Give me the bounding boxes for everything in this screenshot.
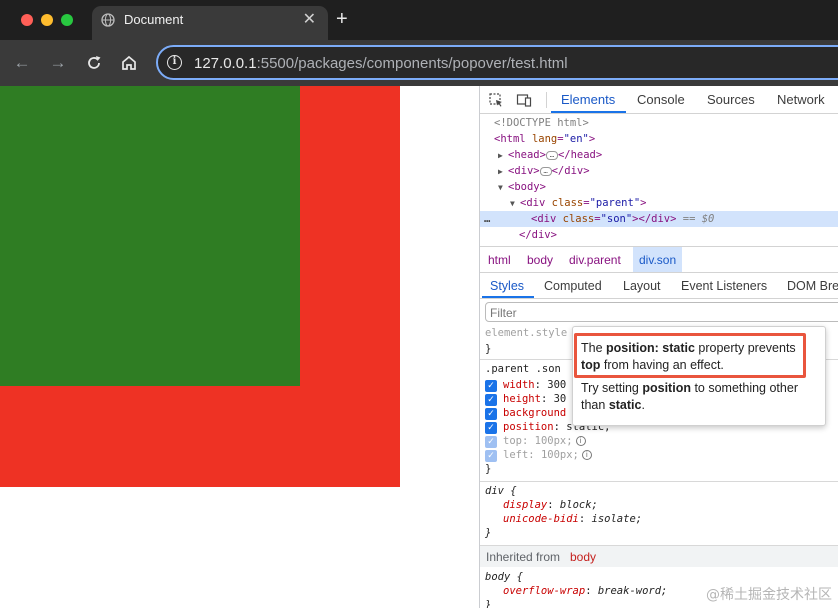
forward-arrow-icon[interactable]: →	[48, 53, 68, 73]
tab-elements[interactable]: Elements	[561, 92, 615, 107]
element-style-selector[interactable]: element.style	[485, 327, 567, 339]
ua-selector[interactable]: div {	[485, 485, 517, 497]
dom-tree: <!DOCTYPE html> <html lang="en"> ▶ <head>…	[480, 114, 838, 246]
page-viewport	[0, 86, 479, 608]
tree-parent-div[interactable]: ▼ <div class="parent">	[510, 195, 646, 211]
tab-console[interactable]: Console	[637, 92, 685, 107]
tab-computed[interactable]: Computed	[544, 279, 602, 293]
breadcrumb-div-parent[interactable]: div.parent	[569, 253, 621, 267]
tab-close-icon[interactable]: ✕	[303, 9, 316, 29]
breadcrumb-div-son[interactable]: div.son	[633, 247, 683, 272]
rule-selector[interactable]: .parent .son	[485, 363, 561, 375]
tab-dom-breakpoints[interactable]: DOM Bre	[787, 279, 838, 293]
tooltip-hint: Try setting position to something other t…	[581, 381, 798, 412]
device-toolbar-icon[interactable]	[516, 92, 532, 108]
collapsed-ellipsis-icon[interactable]: …	[545, 150, 558, 160]
prop-top-inactive[interactable]: top: 100px; i	[503, 435, 586, 447]
breadcrumb: html body div.parent div.son	[480, 246, 838, 273]
expand-triangle-icon[interactable]: ▶	[498, 164, 508, 180]
tab-event-listeners[interactable]: Event Listeners	[681, 279, 767, 293]
tree-son-div-selected[interactable]: … <div class="son"></div> == $0	[480, 211, 838, 227]
browser-titlebar: Document ✕ +	[0, 0, 838, 40]
collapse-triangle-icon[interactable]: ▼	[498, 180, 508, 196]
inherited-header: Inherited from body	[480, 545, 838, 567]
tooltip-message: The position: static property prevents to…	[581, 341, 796, 372]
tree-div-close[interactable]: </div>	[519, 227, 557, 243]
tree-div[interactable]: ▶ <div>… </div>	[498, 163, 590, 179]
site-info-icon[interactable]: i	[167, 55, 182, 70]
prop-width[interactable]: width: 300	[503, 379, 566, 391]
breadcrumb-body[interactable]: body	[527, 253, 553, 267]
active-subtab-indicator	[482, 296, 534, 298]
tree-html[interactable]: <html lang="en">	[494, 131, 595, 147]
reload-icon[interactable]	[84, 53, 104, 73]
back-arrow-icon[interactable]: ←	[12, 53, 32, 73]
ua-prop-unicode-bidi: unicode-bidi: isolate;	[503, 513, 643, 525]
ua-prop-display: display: block;	[503, 499, 598, 511]
close-brace: }	[485, 599, 492, 608]
breadcrumb-html[interactable]: html	[488, 253, 511, 267]
new-tab-button[interactable]: +	[336, 8, 348, 30]
row-menu-icon[interactable]: …	[484, 211, 490, 227]
address-bar[interactable]: i 127.0.0.1:5500/packages/components/pop…	[156, 45, 838, 80]
info-circle-icon[interactable]: i	[581, 450, 592, 460]
styles-subtabs: Styles Computed Layout Event Listeners D…	[480, 273, 838, 299]
styles-filter-input[interactable]: Filter	[485, 302, 838, 322]
close-brace: }	[485, 343, 492, 355]
expand-triangle-icon[interactable]: ▶	[498, 148, 508, 164]
prop-background[interactable]: background	[503, 407, 566, 419]
globe-icon	[101, 13, 115, 27]
body-prop-overflow-wrap: overflow-wrap: break-word;	[503, 585, 668, 597]
inspect-element-icon[interactable]	[488, 92, 504, 108]
prop-checkbox[interactable]: ✓	[485, 422, 497, 434]
body-selector[interactable]: body {	[485, 571, 523, 583]
tab-network[interactable]: Network	[777, 92, 825, 107]
inherited-label: Inherited from	[486, 550, 561, 564]
tree-head[interactable]: ▶ <head>… </head>	[498, 147, 602, 163]
minimize-window-button[interactable]	[41, 14, 53, 26]
prop-checkbox[interactable]: ✓	[485, 380, 497, 392]
son-div	[0, 86, 300, 386]
close-brace: }	[485, 463, 492, 475]
collapsed-ellipsis-icon[interactable]: …	[539, 166, 552, 176]
home-icon[interactable]	[119, 53, 139, 73]
close-brace: }	[485, 527, 492, 539]
tab-layout[interactable]: Layout	[623, 279, 661, 293]
rule-divider	[480, 481, 838, 482]
maximize-window-button[interactable]	[61, 14, 73, 26]
inactive-property-tooltip: The position: static property prevents to…	[572, 326, 826, 426]
tab-title: Document	[124, 12, 184, 27]
toolbar-divider	[546, 92, 547, 108]
prop-checkbox[interactable]: ✓	[485, 450, 497, 462]
devtools-tabbar: Elements Console Sources Network	[480, 86, 838, 114]
close-window-button[interactable]	[21, 14, 33, 26]
prop-left-inactive[interactable]: left: 100px; i	[503, 449, 592, 461]
browser-toolbar: ← → i 127.0.0.1:5500/packages/components…	[0, 40, 838, 86]
active-tab-indicator	[551, 111, 626, 113]
prop-checkbox[interactable]: ✓	[485, 436, 497, 448]
tree-doctype[interactable]: <!DOCTYPE html>	[494, 115, 589, 131]
tab-styles[interactable]: Styles	[490, 279, 524, 293]
url-text: 127.0.0.1:5500/packages/components/popov…	[194, 55, 568, 72]
filter-placeholder: Filter	[490, 306, 517, 320]
browser-tab[interactable]: Document ✕	[92, 6, 328, 40]
prop-checkbox[interactable]: ✓	[485, 408, 497, 420]
inherited-from-link[interactable]: body	[570, 550, 596, 564]
prop-height[interactable]: height: 30	[503, 393, 566, 405]
tab-sources[interactable]: Sources	[707, 92, 755, 107]
tree-body[interactable]: ▼ <body>	[498, 179, 546, 195]
info-circle-icon[interactable]: i	[575, 436, 586, 446]
watermark-text: @稀土掘金技术社区	[706, 587, 832, 603]
collapse-triangle-icon[interactable]: ▼	[510, 196, 520, 212]
prop-checkbox[interactable]: ✓	[485, 394, 497, 406]
